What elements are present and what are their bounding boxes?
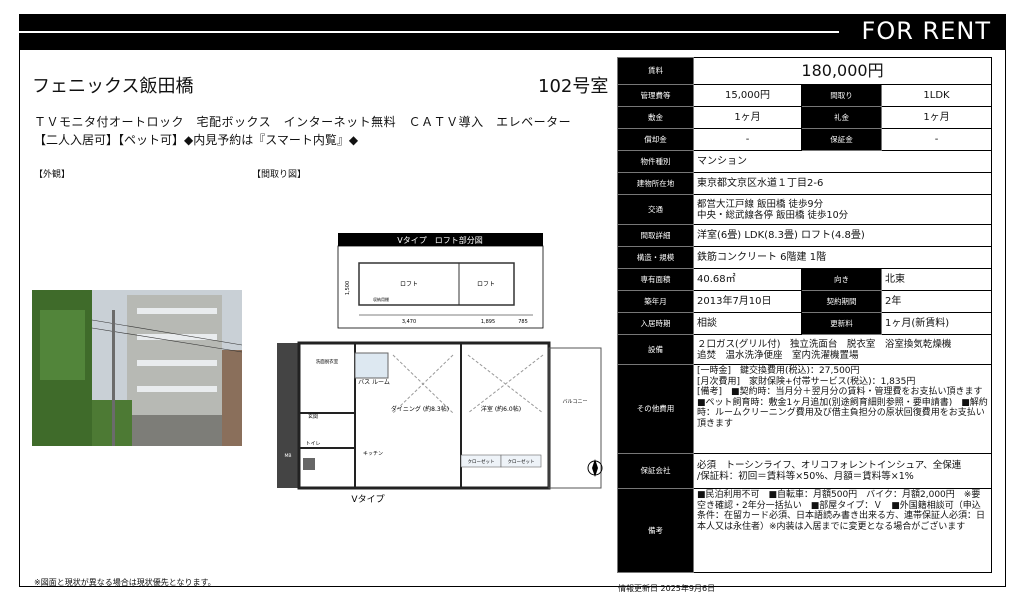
- loft-height: 1,500: [345, 281, 351, 295]
- room-dining: ダイニング (約8.3帖): [391, 405, 449, 413]
- guarantor-label: 保証会社: [617, 453, 694, 489]
- movein-label: 入居時期: [617, 312, 694, 335]
- room-entrance: 玄関: [308, 413, 318, 420]
- loft-dim-1: 3,470: [402, 319, 416, 325]
- loft-dim-2: 1,895: [481, 319, 495, 325]
- key-money-label: 礼金: [801, 106, 882, 129]
- rooms-value: 洋室(6畳) LDK(8.3畳) ロフト(4.8畳): [692, 224, 993, 247]
- loft-room-1: ロフト: [400, 281, 418, 288]
- guarantee-deposit-label: 保証金: [801, 128, 882, 151]
- structure-value: 鉄筋コンクリート 6階建 1階: [692, 246, 993, 269]
- room-balcony: バルコニー: [563, 399, 588, 405]
- footnote: ※図面と現状が異なる場合は現状優先となります。: [34, 578, 216, 587]
- update-date: 情報更新日 2025年9月6日: [618, 584, 716, 593]
- remarks-value: ■民泊利用不可 ■自転車：月額500円 バイク：月額2,000円 ※要空き確認・…: [692, 488, 993, 573]
- term-label: 契約期間: [801, 290, 882, 313]
- address-label: 建物所在地: [617, 172, 694, 195]
- other-costs-line-2: [月次費用] 家財保険+付帯サービス(税込)：1,835円: [697, 376, 916, 387]
- amort-label: 償却金: [617, 128, 694, 151]
- room-number: 102号室: [538, 76, 609, 97]
- type-label: 物件種別: [617, 150, 694, 173]
- room-closet-2: クローゼット: [508, 458, 535, 465]
- guarantor-line-1: 必須 トーシンライフ、オリコフォレントインシュア、全保連: [697, 460, 962, 471]
- structure-label: 構造・規模: [617, 246, 694, 269]
- amort-value: -: [693, 128, 802, 151]
- plan-type: Vタイプ: [351, 494, 384, 505]
- exterior-label: 【外観】: [34, 170, 71, 180]
- layout-value: 1LDK: [880, 84, 993, 107]
- direction-value: 北東: [880, 268, 993, 291]
- room-kitchen: キッチン: [363, 451, 383, 457]
- address-value: 東京都文京区水道１丁目2-6: [692, 172, 993, 195]
- transport-label: 交通: [617, 194, 694, 225]
- area-value: 40.68㎡: [693, 268, 802, 291]
- header-bar: FOR RENT: [19, 14, 1005, 50]
- rent-value: 180,000円: [692, 57, 993, 85]
- floorplan-label: 【間取り図】: [252, 170, 307, 180]
- renewal-label: 更新料: [801, 312, 882, 335]
- room-closet-1: クローゼット: [468, 458, 495, 465]
- room-bath: バス ルーム: [358, 379, 390, 386]
- spec-table: 賃料 180,000円 管理費等 15,000円 間取り 1LDK 敷金 1ヶ月…: [617, 57, 993, 573]
- loft-title: Vタイプ ロフト部分図: [397, 235, 482, 245]
- deposit-value: 1ヶ月: [693, 106, 802, 129]
- loft-room-2: ロフト: [477, 281, 495, 288]
- equipment-line-1: ２口ガス(グリル付) 独立洗面台 脱衣室 浴室換気乾燥機: [697, 338, 952, 350]
- mgmt-value: 15,000円: [693, 84, 802, 107]
- term-value: 2年: [880, 290, 993, 313]
- other-costs-line-1: [一時金] 鍵交換費用(税込)：27,500円: [697, 366, 860, 376]
- other-costs-label: その他費用: [617, 364, 694, 454]
- feature-list: ＴＶモニタ付オートロック 宅配ボックス インターネット無料 ＣＡＴＶ導入 エレベ…: [34, 115, 572, 129]
- header-title: FOR RENT: [861, 17, 991, 45]
- deposit-label: 敷金: [617, 106, 694, 129]
- built-label: 築年月: [617, 290, 694, 313]
- remarks-label: 備考: [617, 488, 694, 573]
- equipment-line-2: 追焚 温水洗浄便座 室内洗濯機置場: [697, 349, 859, 361]
- area-label: 専有面積: [617, 268, 694, 291]
- loft-storage: 収納用棚: [373, 296, 389, 302]
- exterior-photo: [32, 290, 242, 446]
- loft-dim-3: 785: [518, 319, 528, 325]
- room-mb: MB: [285, 453, 292, 459]
- header-rule: [19, 31, 839, 33]
- rent-label: 賃料: [617, 57, 694, 85]
- other-costs-line-3: [備考] ■契約時：当月分＋翌月分の賃料・管理費をお支払い頂きます ■ペット飼育…: [697, 387, 992, 429]
- type-value: マンション: [692, 150, 993, 173]
- room-toilet: トイレ: [305, 441, 320, 447]
- feature-tags: 【二人入居可】【ペット可】◆内見予約は『スマート内覧』◆: [34, 133, 359, 147]
- mgmt-label: 管理費等: [617, 84, 694, 107]
- renewal-value: 1ヶ月(新賃料): [880, 312, 993, 335]
- floor-plan: Vタイプ ロフト部分図 ロフト ロフト 収納用棚 3,470 1,895 785…: [277, 233, 603, 505]
- transport-line-2: 中央・総武線各停 飯田橋 徒歩10分: [697, 209, 849, 221]
- direction-label: 向き: [801, 268, 882, 291]
- guarantor-line-2: /保証料：初回＝賃料等×50%、月額＝賃料等×1%: [697, 471, 914, 482]
- guarantee-deposit-value: -: [880, 128, 993, 151]
- equipment-label: 設備: [617, 334, 694, 365]
- layout-label: 間取り: [801, 84, 882, 107]
- rooms-label: 間取詳細: [617, 224, 694, 247]
- built-value: 2013年7月10日: [693, 290, 802, 313]
- building-name: フェニックス飯田橋: [32, 76, 194, 97]
- key-money-value: 1ヶ月: [880, 106, 993, 129]
- movein-value: 相談: [693, 312, 802, 335]
- room-washroom: 洗面脱衣室: [316, 358, 339, 365]
- transport-line-1: 都営大江戸線 飯田橋 徒歩9分: [697, 198, 824, 210]
- room-western: 洋室 (約6.0帖): [481, 405, 521, 413]
